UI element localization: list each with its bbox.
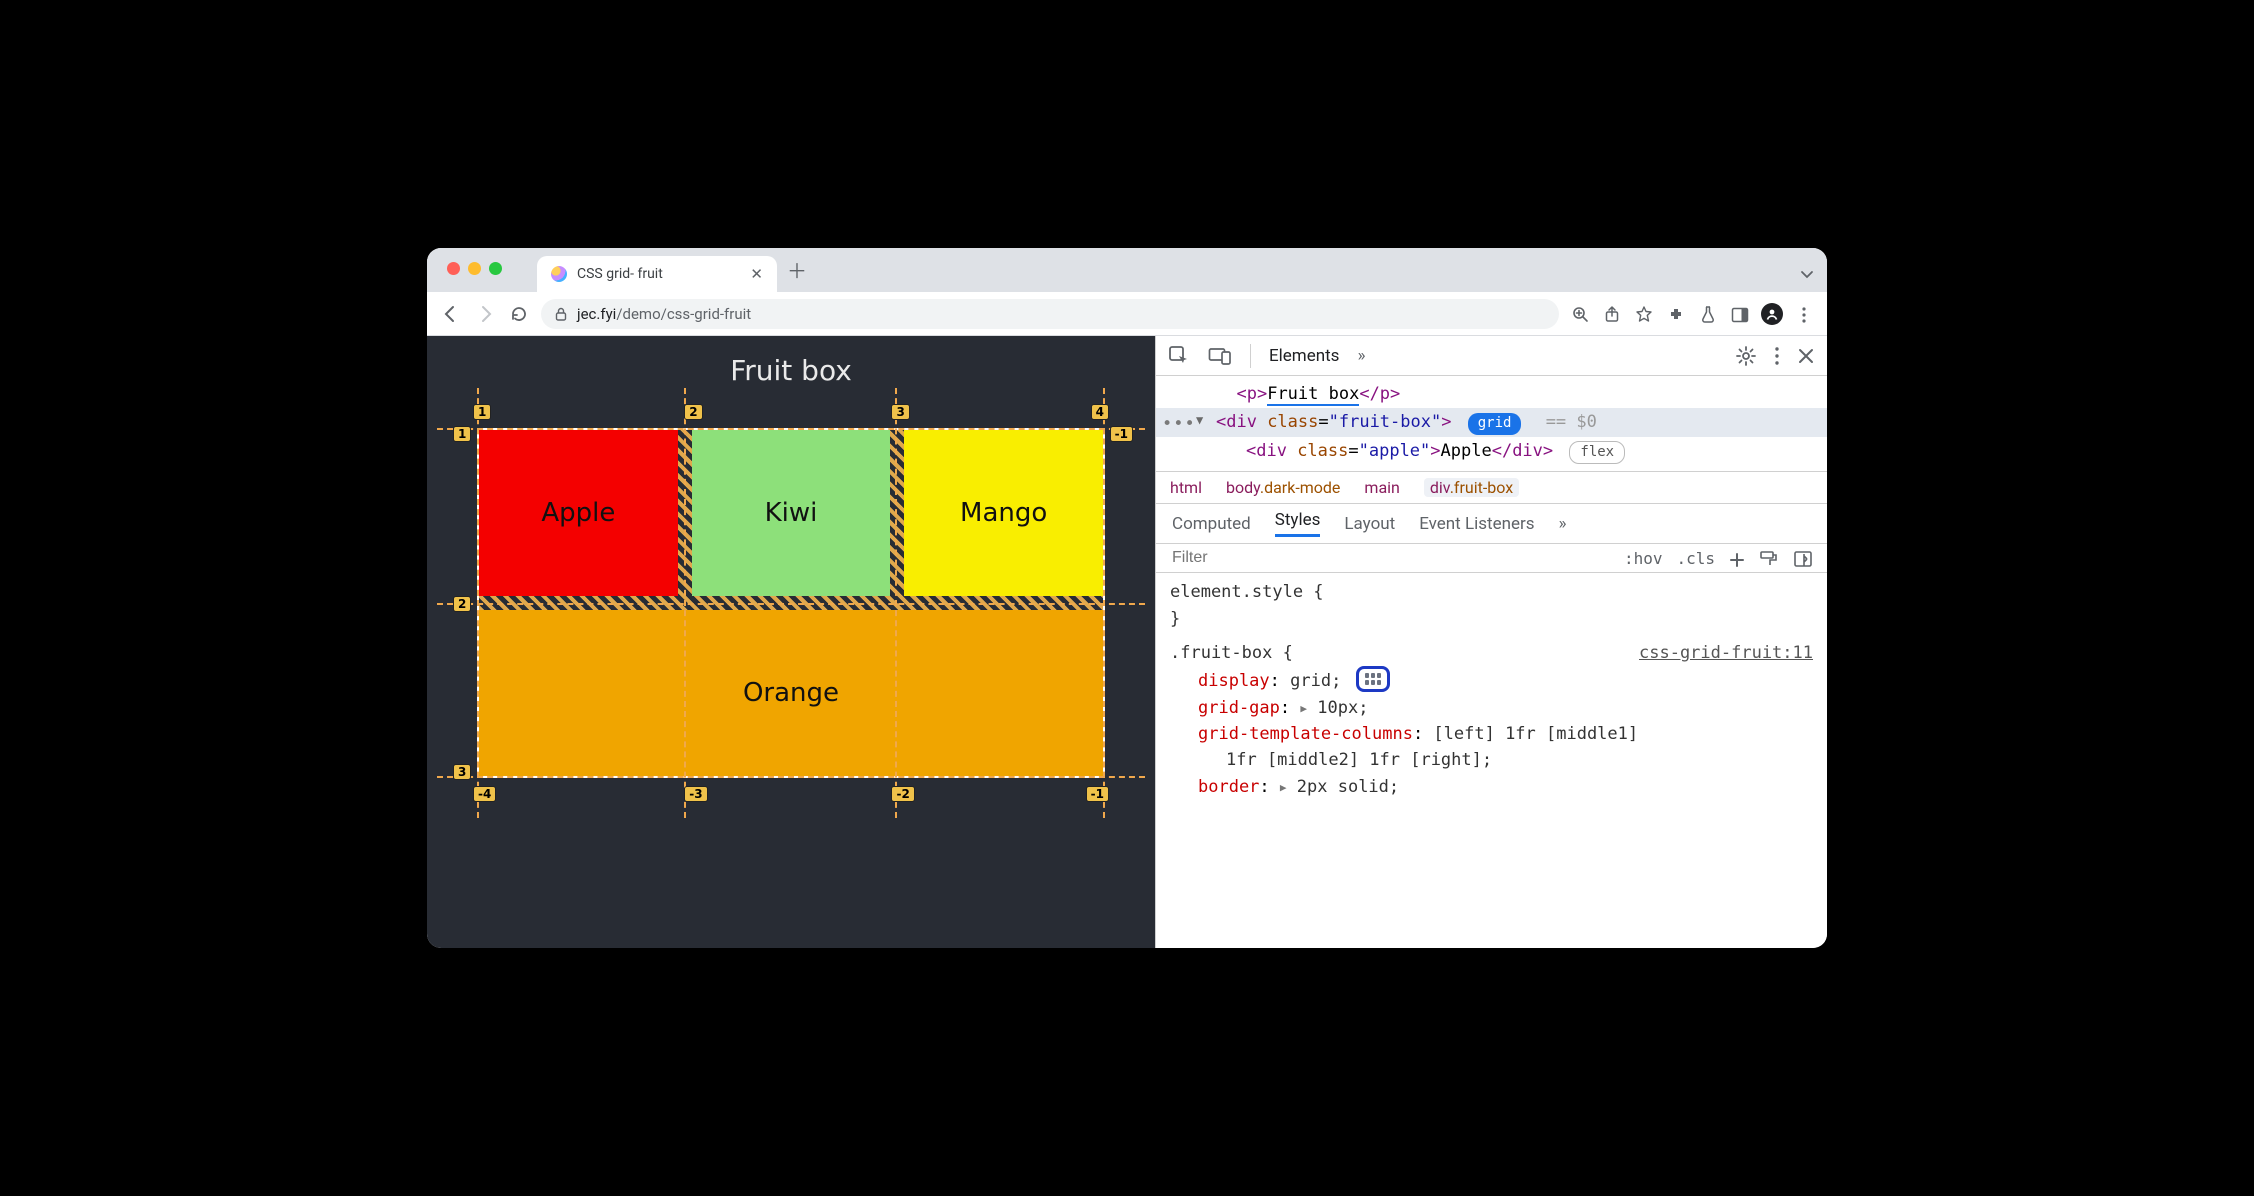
crumb-selected[interactable]: div.fruit-box [1424, 478, 1519, 497]
grid-col-label: 2 [684, 404, 702, 420]
tab-overflow[interactable]: » [1357, 346, 1365, 366]
breadcrumb[interactable]: html body.dark-mode main div.fruit-box [1156, 471, 1827, 504]
crumb[interactable]: main [1364, 478, 1399, 497]
grid-row-label: 2 [453, 596, 471, 612]
forward-button[interactable] [473, 303, 497, 324]
labs-icon[interactable] [1697, 304, 1719, 324]
element-style-block[interactable]: element.style { [1170, 579, 1813, 605]
grid-row-neg-label: -1 [1110, 426, 1133, 442]
grid-row-label: 3 [453, 764, 471, 780]
fullscreen-window-button[interactable] [489, 262, 502, 275]
subtab-computed[interactable]: Computed [1172, 514, 1251, 534]
grid-col-neg-label: -1 [1086, 786, 1109, 802]
grid-col-neg-label: -3 [684, 786, 707, 802]
reload-button[interactable] [507, 304, 531, 324]
close-tab-button[interactable]: ✕ [750, 265, 763, 283]
url-text: jec.fyi/demo/css-grid-fruit [577, 305, 751, 323]
caret-down-icon[interactable]: ▼ [1196, 411, 1203, 430]
kebab-icon[interactable] [1775, 346, 1779, 366]
subtab-styles[interactable]: Styles [1275, 510, 1321, 537]
subtab-event-listeners[interactable]: Event Listeners [1419, 514, 1534, 534]
lock-icon [555, 306, 567, 321]
styles-subtabs: Computed Styles Layout Event Listeners » [1156, 504, 1827, 544]
favicon-icon [551, 266, 567, 282]
page-heading: Fruit box [427, 354, 1155, 387]
grid-badge[interactable]: grid [1468, 413, 1522, 435]
grid-col-neg-label: -2 [891, 786, 914, 802]
tabs-overflow-button[interactable] [1799, 263, 1815, 282]
back-button[interactable] [439, 303, 463, 324]
tab-title: CSS grid- fruit [577, 266, 740, 282]
rule-selector[interactable]: .fruit-box { [1170, 643, 1293, 663]
browser-window: CSS grid- fruit ✕ ＋ jec.fyi/demo/css-gri… [427, 248, 1827, 948]
styles-filter-input[interactable] [1170, 548, 1610, 568]
tab-elements[interactable]: Elements [1269, 346, 1339, 366]
sidepanel-icon[interactable] [1729, 304, 1751, 323]
device-mode-icon[interactable] [1208, 345, 1232, 366]
subtab-layout[interactable]: Layout [1344, 514, 1395, 534]
grid-col-label: 4 [1091, 404, 1109, 420]
grid-row-label: 1 [453, 426, 471, 442]
cell-mango: Mango [904, 430, 1103, 596]
profile-avatar[interactable] [1761, 303, 1783, 325]
expand-ellipsis-icon[interactable]: ••• [1162, 411, 1196, 437]
grid-editor-button[interactable] [1356, 666, 1390, 692]
dom-tree[interactable]: <p>Fruit box</p> ••• ▼ <div class="fruit… [1156, 376, 1827, 471]
styles-rules[interactable]: element.style { } css-grid-fruit:11 .fru… [1156, 573, 1827, 810]
rule-source-link[interactable]: css-grid-fruit:11 [1639, 640, 1813, 666]
grid-col-label: 3 [891, 404, 909, 420]
grid-col-neg-label: -4 [473, 786, 496, 802]
crumb[interactable]: body.dark-mode [1226, 478, 1340, 497]
styles-toolbar: :hov .cls [1156, 544, 1827, 573]
computed-panel-icon[interactable] [1793, 548, 1813, 568]
new-style-rule-button[interactable] [1729, 549, 1745, 568]
minimize-window-button[interactable] [468, 262, 481, 275]
address-bar[interactable]: jec.fyi/demo/css-grid-fruit [541, 299, 1559, 329]
extensions-icon[interactable] [1665, 304, 1687, 323]
cls-toggle[interactable]: .cls [1676, 549, 1715, 568]
paint-icon[interactable] [1759, 548, 1779, 568]
devtools-panel: Elements » <p>Fruit box</p> ••• ▼ <div c… [1155, 336, 1827, 948]
content-split: Fruit box 1 2 3 4 1 2 3 -1 [427, 336, 1827, 948]
inspect-icon[interactable] [1168, 345, 1190, 367]
flex-badge[interactable]: flex [1569, 441, 1625, 465]
share-icon[interactable] [1601, 304, 1623, 324]
crumb[interactable]: html [1170, 478, 1202, 497]
cell-orange: Orange [479, 610, 1103, 776]
kebab-menu-icon[interactable] [1793, 304, 1815, 323]
devtools-toolbar: Elements » [1156, 336, 1827, 376]
grid-col-label: 1 [473, 404, 491, 420]
cell-kiwi: Kiwi [692, 430, 891, 596]
close-devtools-button[interactable] [1797, 346, 1815, 366]
dom-node-selected[interactable]: ••• ▼ <div class="fruit-box"> grid == $0 [1156, 408, 1827, 436]
page-viewport: Fruit box 1 2 3 4 1 2 3 -1 [427, 336, 1155, 948]
gear-icon[interactable] [1735, 345, 1757, 367]
subtab-overflow[interactable]: » [1559, 514, 1567, 534]
grid-overlay: 1 2 3 4 1 2 3 -1 -4 -3 -2 -1 Apple Kiwi … [477, 428, 1105, 778]
cell-apple: Apple [479, 430, 678, 596]
zoom-icon[interactable] [1569, 304, 1591, 324]
dom-node[interactable]: <div class="apple">Apple</div> flex [1156, 437, 1827, 466]
tab-strip: CSS grid- fruit ✕ ＋ [427, 248, 1827, 292]
bookmark-star-icon[interactable] [1633, 304, 1655, 324]
dom-node[interactable]: <p>Fruit box</p> [1156, 380, 1827, 408]
browser-toolbar: jec.fyi/demo/css-grid-fruit [427, 292, 1827, 336]
new-tab-button[interactable]: ＋ [787, 255, 807, 284]
window-controls [447, 262, 502, 275]
selected-indicator: == $0 [1546, 412, 1597, 432]
hov-toggle[interactable]: :hov [1624, 549, 1663, 568]
close-window-button[interactable] [447, 262, 460, 275]
browser-tab[interactable]: CSS grid- fruit ✕ [537, 256, 777, 292]
